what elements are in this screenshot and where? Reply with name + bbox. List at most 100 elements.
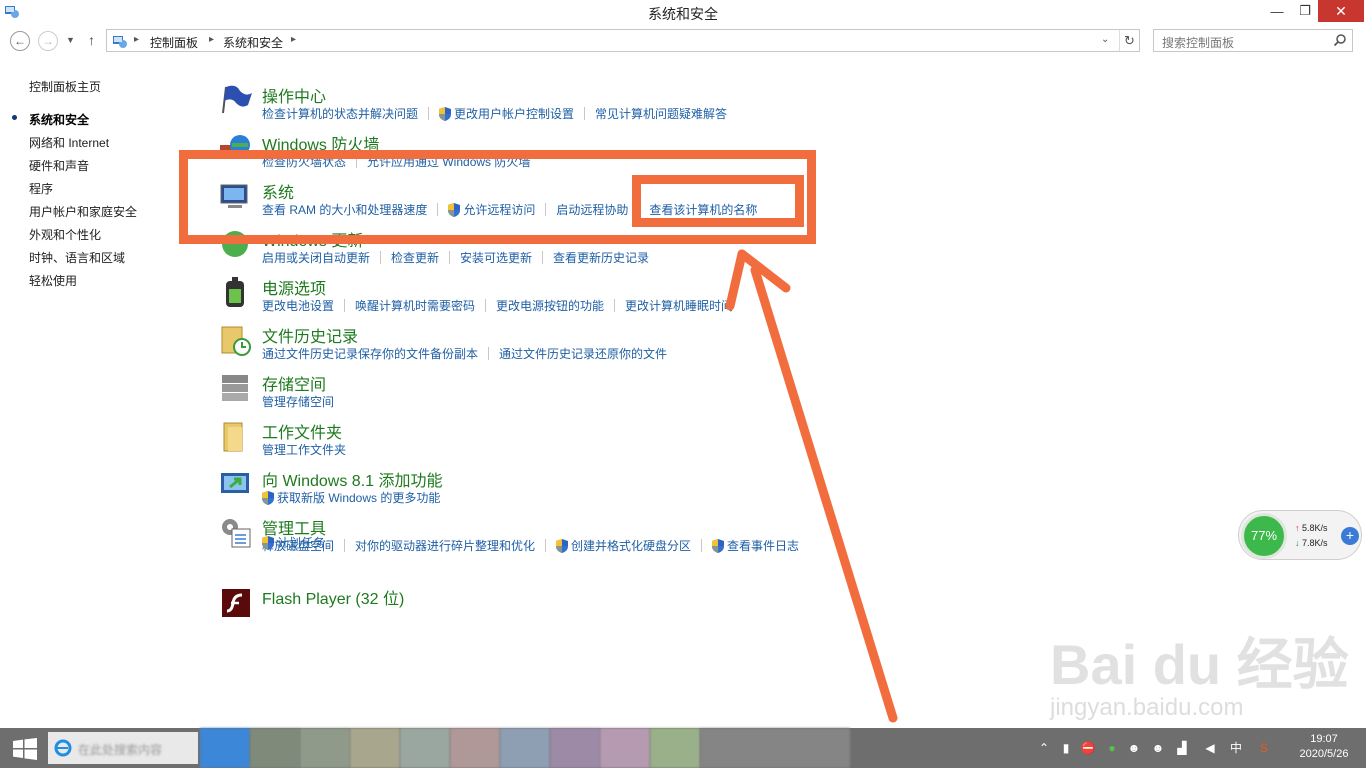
task-link[interactable]: 通过文件历史记录保存你的文件备份副本 bbox=[262, 345, 478, 362]
sidebar-item-appearance[interactable]: 外观和个性化 bbox=[29, 226, 101, 243]
task-link[interactable]: 更改电源按钮的功能 bbox=[496, 297, 604, 314]
sidebar-item-control-panel-home[interactable]: 控制面板主页 bbox=[29, 78, 101, 95]
category-links: 计划任务 bbox=[262, 534, 325, 551]
clock-time: 19:07 bbox=[1310, 733, 1338, 745]
category-links: 通过文件历史记录保存你的文件备份副本 通过文件历史记录还原你的文件 bbox=[262, 345, 667, 362]
task-link[interactable]: 查看更新历史记录 bbox=[553, 249, 649, 266]
taskbar-app[interactable] bbox=[550, 728, 600, 768]
sidebar-item-system-security[interactable]: 系统和安全 bbox=[29, 111, 89, 128]
wifi-signal-icon[interactable]: ▟ bbox=[1174, 740, 1190, 756]
address-bar[interactable]: ▸ 控制面板 ▸ 系统和安全 ▸ ⌄ ↻ bbox=[106, 29, 1140, 52]
boost-button[interactable]: + bbox=[1341, 527, 1359, 545]
recent-locations-button[interactable]: ▼ bbox=[66, 35, 75, 45]
flag-icon bbox=[222, 85, 252, 114]
sidebar-item-clock-language-region[interactable]: 时钟、语言和区域 bbox=[29, 249, 125, 266]
sidebar-item-hardware-sound[interactable]: 硬件和声音 bbox=[29, 157, 89, 174]
navigation-bar: ← → ▼ ↑ ▸ 控制面板 ▸ 系统和安全 ▸ ⌄ ↻ 搜索控制面板 bbox=[0, 26, 1366, 56]
taskbar-app[interactable] bbox=[700, 728, 850, 768]
taskbar-app[interactable] bbox=[350, 728, 400, 768]
network-speed-widget[interactable]: 77% ↑ 5.8K/s ↓ 7.8K/s + bbox=[1238, 510, 1362, 560]
flash-player-icon bbox=[222, 589, 250, 617]
windows-start-icon[interactable] bbox=[12, 738, 38, 760]
task-link[interactable]: 更改用户帐户控制设置 bbox=[439, 105, 574, 122]
category-title[interactable]: 存储空间 bbox=[262, 371, 326, 395]
category-title[interactable]: 工作文件夹 bbox=[262, 419, 342, 443]
work-folders-icon bbox=[223, 422, 243, 452]
refresh-button[interactable]: ↻ bbox=[1119, 30, 1139, 51]
breadcrumb-separator[interactable]: ▸ bbox=[291, 34, 296, 45]
taskbar-app[interactable] bbox=[200, 728, 250, 768]
taskbar-app[interactable] bbox=[600, 728, 650, 768]
input-method-icon[interactable]: 中 bbox=[1228, 740, 1244, 756]
category-title[interactable]: Flash Player (32 位) bbox=[262, 585, 404, 609]
task-link[interactable]: 通过文件历史记录还原你的文件 bbox=[499, 345, 667, 362]
breadcrumb-control-panel[interactable]: 控制面板 bbox=[150, 34, 198, 51]
task-link[interactable]: 唤醒计算机时需要密码 bbox=[355, 297, 475, 314]
taskbar-app[interactable] bbox=[450, 728, 500, 768]
internet-explorer-icon[interactable] bbox=[54, 739, 72, 757]
taskbar-clock[interactable]: 19:07 2020/5/26 bbox=[1285, 732, 1363, 762]
category-title[interactable]: 操作中心 bbox=[262, 83, 326, 107]
address-dropdown-button[interactable]: ⌄ bbox=[1101, 34, 1109, 45]
taskbar-app[interactable] bbox=[250, 728, 300, 768]
task-link[interactable]: 检查计算机的状态并解决问题 bbox=[262, 105, 418, 122]
show-hidden-icons-icon[interactable]: ⌃ bbox=[1036, 740, 1052, 756]
minimize-button[interactable]: — bbox=[1262, 0, 1292, 22]
qq-icon[interactable]: ☻ bbox=[1150, 740, 1166, 756]
sidebar-item-network-internet[interactable]: 网络和 Internet bbox=[29, 134, 109, 151]
taskbar-app[interactable] bbox=[300, 728, 350, 768]
taskbar-search-text: 在此处搜索内容 bbox=[78, 743, 163, 757]
up-button[interactable]: ↑ bbox=[88, 32, 95, 48]
task-link[interactable]: 管理工作文件夹 bbox=[262, 441, 346, 458]
current-indicator bbox=[12, 115, 17, 120]
task-link[interactable]: 检查更新 bbox=[391, 249, 439, 266]
link-separator bbox=[485, 299, 487, 312]
link-separator bbox=[584, 107, 586, 120]
category-title[interactable]: 电源选项 bbox=[262, 275, 326, 299]
power-options-icon bbox=[226, 277, 244, 307]
restore-button[interactable]: ❐ bbox=[1292, 0, 1318, 22]
sogou-input-icon[interactable]: S bbox=[1256, 740, 1272, 756]
sidebar-item-user-accounts[interactable]: 用户帐户和家庭安全 bbox=[29, 203, 137, 220]
back-button[interactable]: ← bbox=[10, 31, 30, 51]
link-separator bbox=[614, 299, 616, 312]
search-placeholder: 搜索控制面板 bbox=[1162, 36, 1235, 50]
link-separator bbox=[488, 347, 490, 360]
battery-icon[interactable]: ▮ bbox=[1058, 740, 1074, 756]
breadcrumb-system-security[interactable]: 系统和安全 bbox=[223, 34, 283, 51]
taskbar-search-box[interactable]: 在此处搜索内容 bbox=[48, 732, 198, 764]
search-input[interactable]: 搜索控制面板 bbox=[1153, 29, 1353, 52]
search-icon[interactable] bbox=[1333, 33, 1347, 47]
task-link[interactable]: 计划任务 bbox=[262, 534, 325, 551]
sidebar-item-ease-of-access[interactable]: 轻松使用 bbox=[29, 272, 77, 289]
link-separator bbox=[428, 107, 430, 120]
volume-icon[interactable]: ◀ bbox=[1202, 740, 1218, 756]
usb-device-icon[interactable]: ⛔ bbox=[1080, 740, 1096, 756]
task-link[interactable]: 安装可选更新 bbox=[460, 249, 532, 266]
task-link[interactable]: 启用或关闭自动更新 bbox=[262, 249, 370, 266]
memory-usage-gauge[interactable]: 77% bbox=[1241, 513, 1287, 559]
breadcrumb-separator[interactable]: ▸ bbox=[209, 34, 214, 45]
forward-button[interactable]: → bbox=[38, 31, 58, 51]
taskbar-app[interactable] bbox=[650, 728, 700, 768]
upload-speed: ↑ 5.8K/s bbox=[1295, 523, 1328, 533]
task-link[interactable]: 管理存储空间 bbox=[262, 393, 334, 410]
security-app-icon[interactable]: ● bbox=[1104, 740, 1120, 756]
sidebar-item-programs[interactable]: 程序 bbox=[29, 180, 53, 197]
task-link[interactable]: 常见计算机问题疑难解答 bbox=[595, 105, 727, 122]
qq-icon[interactable]: ☻ bbox=[1126, 740, 1142, 756]
category-title[interactable]: 文件历史记录 bbox=[262, 323, 358, 347]
task-link[interactable]: 获取新版 Windows 的更多功能 bbox=[262, 489, 440, 506]
window-title: 系统和安全 bbox=[648, 6, 718, 22]
breadcrumb-separator[interactable]: ▸ bbox=[134, 34, 139, 45]
link-separator bbox=[380, 251, 382, 264]
close-button[interactable]: ✕ bbox=[1318, 0, 1364, 22]
category-title[interactable]: 向 Windows 8.1 添加功能 bbox=[262, 467, 443, 491]
task-link[interactable]: 更改电池设置 bbox=[262, 297, 334, 314]
taskbar-app[interactable] bbox=[400, 728, 450, 768]
category-links: 检查计算机的状态并解决问题 更改用户帐户控制设置 常见计算机问题疑难解答 bbox=[262, 105, 727, 122]
taskbar-app[interactable] bbox=[500, 728, 550, 768]
file-history-icon bbox=[221, 326, 251, 356]
clock-date: 2020/5/26 bbox=[1299, 748, 1349, 760]
category-links: 管理存储空间 bbox=[262, 393, 334, 410]
